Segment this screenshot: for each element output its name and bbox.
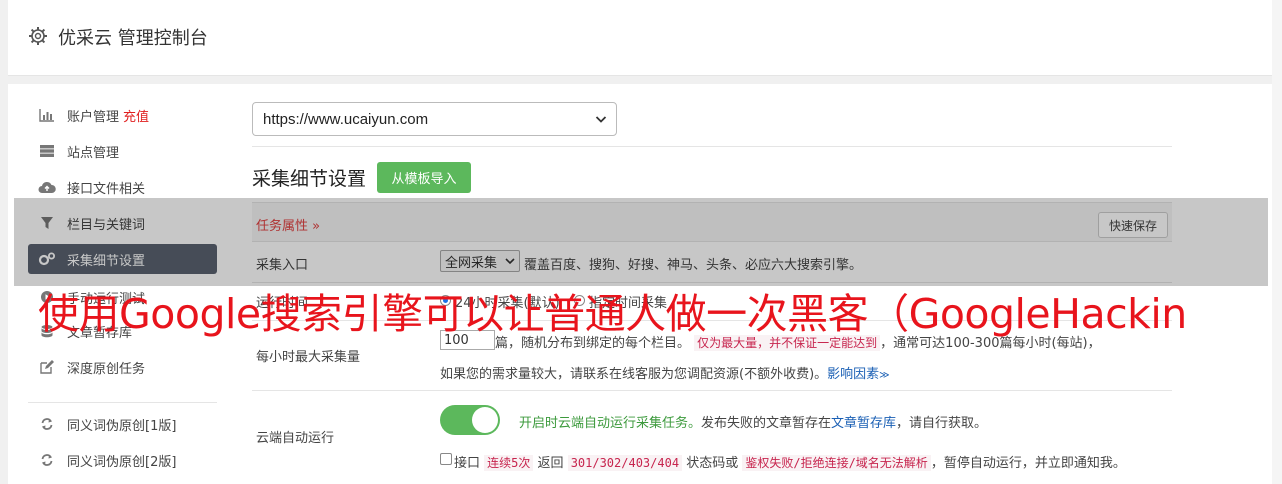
sidebar-item-synonym-v1[interactable]: 同义词伪原创[1版] — [28, 409, 217, 439]
recharge-link[interactable]: 充值 — [123, 106, 149, 125]
sidebar-item-sites[interactable]: 站点管理 — [28, 136, 217, 166]
refresh-icon — [38, 416, 56, 432]
sidebar-item-synonym-v2[interactable]: 同义词伪原创[2版] — [28, 445, 217, 475]
sidebar-item-label: 站点管理 — [67, 145, 120, 161]
refresh-icon — [38, 452, 56, 468]
gear-icon — [29, 27, 47, 45]
sidebar-item-label: 账户管理 — [67, 109, 120, 125]
cloud-label: 云端自动运行 — [256, 431, 335, 446]
scrollbar[interactable] — [1272, 0, 1282, 484]
bar-chart-icon — [38, 107, 56, 123]
toggle-knob — [472, 407, 498, 433]
influence-factors-link[interactable]: 影响因素 — [827, 367, 879, 382]
divider — [252, 146, 1172, 147]
section-title: 采集细节设置 — [252, 168, 367, 190]
cloud-upload-icon — [38, 179, 56, 195]
row-divider — [252, 390, 1172, 391]
server-icon — [38, 143, 56, 159]
sidebar-item-label: 接口文件相关 — [67, 181, 146, 197]
top-bar: 优采云 管理控制台 — [8, 0, 1282, 76]
max-label: 每小时最大采集量 — [256, 350, 361, 365]
site-select-value: https://www.ucaiyun.com — [263, 110, 429, 128]
sidebar-item-label: 同义词伪原创[1版] — [67, 418, 177, 434]
import-template-button[interactable]: 从模板导入 — [377, 162, 471, 193]
edit-icon — [38, 359, 56, 375]
page-title: 优采云 管理控制台 — [58, 28, 208, 49]
sidebar-item-label: 深度原创任务 — [67, 361, 146, 377]
sidebar-item-deep-original[interactable]: 深度原创任务 — [28, 352, 217, 382]
cloud-description: 开启时云端自动运行采集任务。发布失败的文章暂存在文章暂存库，请自行获取。 — [519, 416, 988, 431]
sidebar-item-label: 同义词伪原创[2版] — [67, 454, 177, 470]
overlay-banner-text: 使用Google搜索引擎可以让普通人做一次黑客（GoogleHackin — [38, 290, 1187, 338]
site-select[interactable]: https://www.ucaiyun.com — [252, 102, 617, 136]
max-line-2: 如果您的需求量较大，请联系在线客服为您调配资源(不额外收费)。影响因素≫ — [440, 367, 890, 382]
pause-on-error-label: 接口 连续5次 返回 301/302/403/404 状态码或 鉴权失败/拒绝连… — [454, 455, 1126, 471]
pause-on-error-checkbox[interactable] — [440, 453, 452, 465]
chevron-down-icon — [595, 116, 607, 123]
sidebar-divider — [28, 402, 217, 403]
sidebar-item-account[interactable]: 账户管理 充值 — [28, 100, 217, 130]
cloud-auto-run-toggle[interactable] — [440, 405, 500, 435]
dark-overlay — [14, 198, 1268, 286]
article-storage-link[interactable]: 文章暂存库 — [831, 416, 896, 431]
